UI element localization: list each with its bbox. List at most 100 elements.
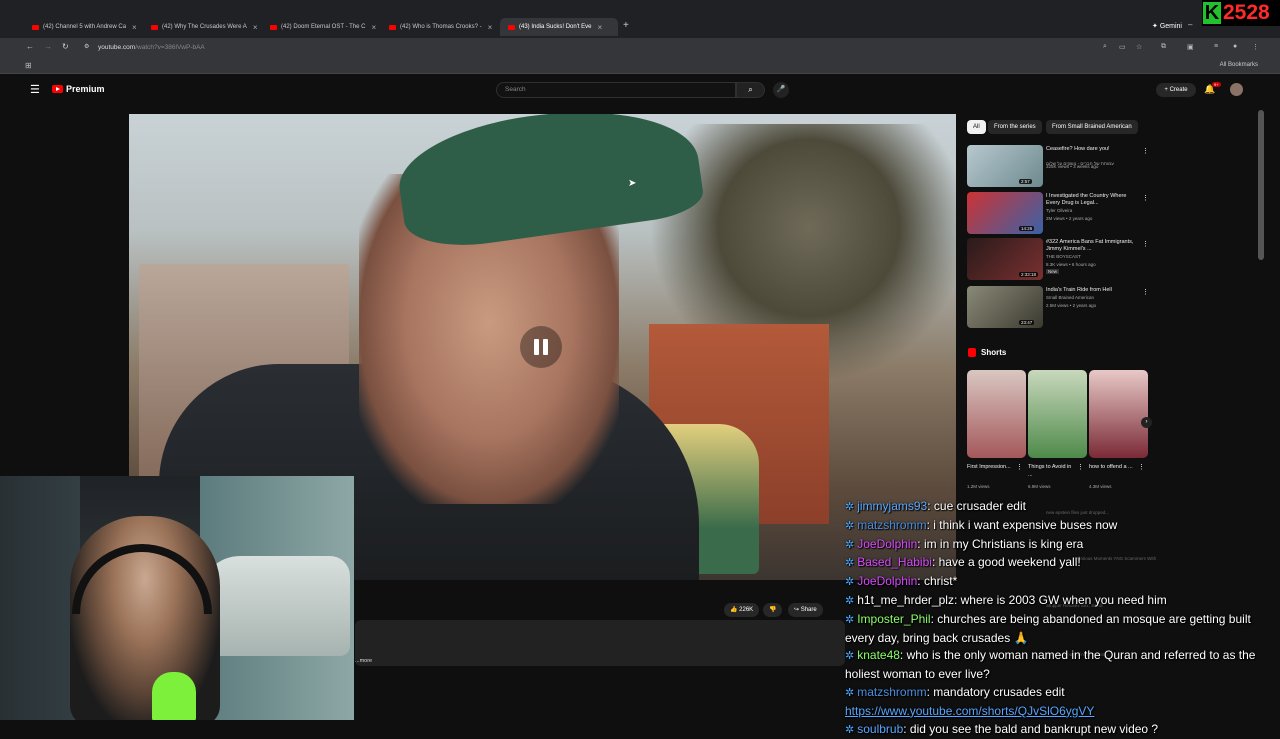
reload-icon[interactable]: ↻ bbox=[62, 42, 69, 51]
search-input[interactable]: Search bbox=[496, 82, 736, 98]
profile-icon[interactable]: ● bbox=[1233, 43, 1237, 50]
more-options-icon[interactable]: ⋮ bbox=[1138, 463, 1145, 471]
hamburger-menu-icon[interactable]: ☰ bbox=[30, 83, 40, 96]
more-options-icon[interactable]: ⋮ bbox=[1142, 288, 1149, 296]
dislike-button[interactable]: 👎 bbox=[763, 603, 783, 617]
chat-text: did you see the bald and bankrupt new vi… bbox=[909, 721, 1159, 736]
chat-message: ✲ Based_Habibi: have a good weekend yall! bbox=[845, 555, 1081, 570]
all-bookmarks-button[interactable]: All Bookmarks bbox=[1220, 62, 1258, 68]
more-options-icon[interactable]: ⋮ bbox=[1077, 463, 1084, 471]
chat-username: matzshromm bbox=[857, 517, 927, 532]
more-options-icon[interactable]: ⋮ bbox=[1016, 463, 1023, 471]
short-title[interactable]: how to offend a ... bbox=[1089, 463, 1137, 471]
extensions-icon[interactable]: ⧉ bbox=[1161, 43, 1166, 51]
close-tab-icon[interactable]: × bbox=[132, 23, 137, 32]
gemini-button[interactable]: Gemini bbox=[1152, 22, 1182, 30]
close-tab-icon[interactable]: × bbox=[488, 23, 493, 32]
browser-menu-icon[interactable]: ⋮ bbox=[1252, 43, 1259, 51]
shorts-heading: Shorts bbox=[968, 348, 1006, 357]
browser-tab-5-active[interactable]: (43) India Sucks! Don't Eve × bbox=[500, 18, 618, 36]
streamer-webcam bbox=[0, 476, 354, 720]
chat-message: ✲ matzshromm: mandatory crusades edit bbox=[845, 684, 1065, 699]
youtube-favicon-icon bbox=[508, 24, 515, 30]
close-tab-icon[interactable]: × bbox=[253, 23, 258, 32]
chip-from-series[interactable]: From the series bbox=[988, 120, 1042, 134]
short-thumbnail[interactable] bbox=[967, 370, 1026, 458]
chat-text: mandatory crusades edit bbox=[933, 684, 1065, 699]
recommendation-meta: 2M views • 2 years ago bbox=[1046, 216, 1093, 221]
chat-badge-icon: ✲ bbox=[845, 557, 855, 570]
browser-tab-2[interactable]: (42) Why The Crusades Were A × bbox=[143, 18, 261, 36]
chat-message: ✲ knate48: who is the only woman named in… bbox=[845, 648, 1256, 682]
chat-message: ✲ Imposter_Phil: churches are being aband… bbox=[845, 611, 1251, 645]
close-tab-icon[interactable]: × bbox=[598, 23, 603, 32]
more-options-icon[interactable]: ⋮ bbox=[1142, 240, 1149, 248]
recommendation-meta: 8.3K views • 6 hours ago bbox=[1046, 262, 1096, 267]
short-title[interactable]: Things to Avoid in ... bbox=[1028, 463, 1076, 479]
page-scrollbar[interactable] bbox=[1258, 110, 1264, 260]
short-views: 4.3M views bbox=[1089, 484, 1112, 489]
voice-search-mic-icon[interactable]: 🎤 bbox=[773, 82, 789, 98]
chat-link[interactable]: https://www.youtube.com/shorts/QJvSlO6yg… bbox=[845, 704, 1094, 718]
chip-from-channel[interactable]: From Small Brained American bbox=[1046, 120, 1138, 134]
chat-badge-icon: ✲ bbox=[845, 519, 855, 532]
account-avatar[interactable] bbox=[1230, 83, 1243, 96]
minimize-icon[interactable]: – bbox=[1188, 20, 1192, 29]
short-thumbnail[interactable] bbox=[1089, 370, 1148, 458]
new-tab-button[interactable]: + bbox=[623, 20, 629, 31]
youtube-play-logo-icon bbox=[52, 85, 63, 93]
youtube-premium-logo[interactable]: Premium bbox=[52, 84, 105, 94]
recommendation-channel: Small Brained American bbox=[1046, 295, 1095, 300]
close-tab-icon[interactable]: × bbox=[371, 23, 376, 32]
recommendation-item[interactable]: 23:47 India's Train Ride from Hell Small… bbox=[967, 286, 1152, 328]
cast-icon[interactable]: ▭ bbox=[1119, 43, 1126, 51]
apps-grid-icon[interactable]: ⊞ bbox=[25, 61, 32, 70]
address-bar[interactable]: youtube.com/watch?v=386lVwP-bAA bbox=[80, 42, 1090, 54]
sidepanel-icon[interactable]: ▣ bbox=[1187, 43, 1194, 51]
chat-username: Imposter_Phil bbox=[857, 611, 931, 626]
chat-username: knate48 bbox=[857, 648, 900, 663]
recommendation-item[interactable]: 2:57 Ceasefire? How dare you! עמותת של ח… bbox=[967, 145, 1152, 187]
chat-text: have a good weekend yall! bbox=[938, 555, 1081, 570]
chat-badge-icon: ✲ bbox=[845, 501, 855, 513]
chat-text: cue crusader edit bbox=[933, 499, 1026, 513]
like-button[interactable]: 👍 226K bbox=[724, 603, 760, 617]
youtube-favicon-icon bbox=[151, 24, 158, 30]
browser-tab-4[interactable]: (42) Who is Thomas Crooks? - × bbox=[381, 18, 499, 36]
chat-message: ✲ JoeDolphin: im in my Christians is king… bbox=[845, 536, 1084, 551]
browser-tab-1[interactable]: (42) Channel 5 with Andrew Ca × bbox=[24, 18, 142, 36]
chat-badge-icon: ✲ bbox=[845, 576, 855, 589]
recommendation-item[interactable]: 2:33:18 #322 America Bans Fat Immigrants… bbox=[967, 238, 1152, 280]
bookmark-star-icon[interactable]: ☆ bbox=[1136, 43, 1142, 51]
shorts-next-arrow-icon[interactable]: › bbox=[1141, 417, 1152, 428]
zoom-icon[interactable]: ⌕ bbox=[1103, 43, 1107, 51]
short-title[interactable]: First Impression... bbox=[967, 463, 1015, 471]
back-icon[interactable]: ← bbox=[26, 42, 34, 51]
more-options-icon[interactable]: ⋮ bbox=[1142, 147, 1149, 155]
k-logo: K bbox=[1203, 2, 1221, 24]
chat-badge-icon: ✲ bbox=[845, 650, 855, 663]
pause-icon[interactable] bbox=[520, 326, 562, 368]
youtube-favicon-icon bbox=[389, 24, 396, 30]
more-options-icon[interactable]: ⋮ bbox=[1142, 194, 1149, 202]
recommendation-title: I Investigated the Country Where Every D… bbox=[1046, 193, 1127, 206]
stream-chat-overlay: ✲ jimmyjams93: cue crusader edit ✲ matzshr… bbox=[845, 498, 1280, 739]
share-button[interactable]: ↪ Share bbox=[788, 603, 823, 617]
description-more-link[interactable]: ...more bbox=[355, 658, 372, 664]
recommendation-item[interactable]: 14:26 I Investigated the Country Where E… bbox=[967, 192, 1152, 234]
recommendation-meta: 325K views • 3 weeks ago bbox=[1046, 164, 1099, 169]
chat-username: soulbrub bbox=[857, 721, 904, 736]
search-icon[interactable]: ⌕ bbox=[736, 82, 765, 98]
browser-tab-bar: (42) Channel 5 with Andrew Ca × (42) Why … bbox=[0, 0, 1280, 38]
media-icon[interactable]: ≡ bbox=[1214, 43, 1218, 50]
browser-tab-3[interactable]: (42) Doom Eternal OST - The C × bbox=[262, 18, 380, 36]
share-icon: ↪ bbox=[794, 607, 801, 613]
forward-icon[interactable]: → bbox=[44, 42, 52, 51]
chat-username: JoeDolphin bbox=[857, 536, 918, 551]
bookmarks-bar: ⊞ All Bookmarks bbox=[0, 58, 1280, 74]
short-thumbnail[interactable] bbox=[1028, 370, 1087, 458]
chip-all[interactable]: All bbox=[967, 120, 986, 134]
create-button[interactable]: + Create bbox=[1156, 83, 1196, 97]
description-box[interactable] bbox=[355, 620, 845, 666]
chat-text: im in my Christians is king era bbox=[923, 536, 1084, 551]
